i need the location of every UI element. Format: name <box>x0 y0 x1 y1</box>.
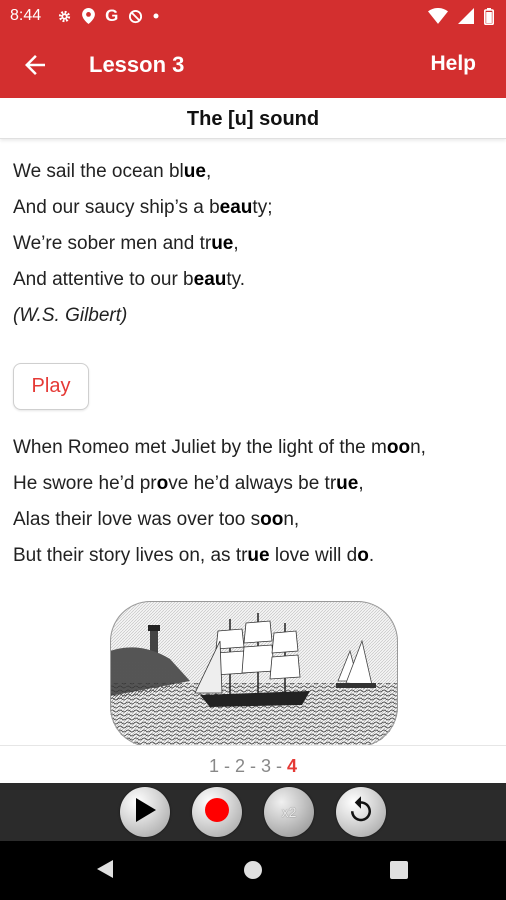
play-control-button[interactable] <box>120 787 170 837</box>
poem-author: (W.S. Gilbert) <box>13 305 128 326</box>
poem-line: When Romeo met Juliet by the light of th… <box>13 430 426 466</box>
line-text: ty. <box>226 269 246 290</box>
status-icons-left: G <box>57 6 159 26</box>
page-indicator[interactable]: 1 - 2 - 3 - 4 <box>0 745 506 784</box>
line-text: n, <box>283 509 300 530</box>
highlighted-sound: oo <box>260 509 284 530</box>
highlighted-sound: ue <box>247 545 270 566</box>
poem-line: And our saucy ship’s a beauty; <box>13 190 272 226</box>
wifi-icon <box>428 8 448 24</box>
lesson-content[interactable]: We sail the ocean blue, And our saucy shi… <box>0 139 506 745</box>
record-icon <box>204 797 230 828</box>
highlighted-sound: eau <box>219 197 253 218</box>
line-text: Alas their love was over too s <box>13 509 261 530</box>
app-bar: Lesson 3 Help <box>0 32 506 98</box>
battery-icon <box>484 7 494 25</box>
poem-line: He swore he’d prove he’d always be true, <box>13 466 426 502</box>
line-text: , <box>233 233 239 254</box>
line-text: We sail the ocean bl <box>13 161 184 182</box>
page-number[interactable]: 2 <box>235 756 245 776</box>
signal-icon <box>458 8 474 24</box>
poem-line: Alas their love was over too soon, <box>13 502 426 538</box>
highlighted-sound: o <box>357 545 369 566</box>
system-nav-bar <box>0 841 506 900</box>
location-icon <box>82 8 96 24</box>
poem-line: We sail the ocean blue, <box>13 154 272 190</box>
highlighted-sound: ue <box>211 233 234 254</box>
page-separator: - <box>271 756 288 776</box>
line-text: He swore he’d pr <box>13 473 157 494</box>
dot-icon <box>153 13 159 19</box>
status-time: 8:44 <box>10 7 42 24</box>
poem-1-author-wrap: (W.S. Gilbert) <box>13 298 127 334</box>
play-button[interactable]: Play <box>13 363 89 410</box>
record-button[interactable] <box>192 787 242 837</box>
back-arrow-icon[interactable] <box>20 50 50 80</box>
ship-engraving-image <box>110 601 398 745</box>
status-icons-right <box>428 0 494 32</box>
highlighted-sound: ue <box>183 161 206 182</box>
page-number[interactable]: 3 <box>261 756 271 776</box>
line-text: . <box>368 545 375 566</box>
page-separator: - <box>245 756 261 776</box>
line-text: ve he’d always be tr <box>168 473 337 494</box>
line-text: When Romeo met Juliet by the light of th… <box>13 437 387 458</box>
page-separator: - <box>218 756 235 776</box>
line-text: But their story lives on, as tr <box>13 545 248 566</box>
speed-x2-button[interactable]: x2 <box>264 787 314 837</box>
page-number[interactable]: 1 <box>209 756 219 776</box>
replay-icon <box>346 795 376 830</box>
poem-line: And attentive to our beauty. <box>13 262 272 298</box>
play-icon <box>133 797 157 828</box>
replay-button[interactable] <box>336 787 386 837</box>
line-text: , <box>205 161 212 182</box>
poem-2: When Romeo met Juliet by the light of th… <box>13 430 426 574</box>
highlighted-sound: eau <box>193 269 227 290</box>
highlighted-sound: o <box>156 473 169 494</box>
speed-x2-icon: x2 <box>281 804 297 820</box>
audio-controls: x2 <box>0 783 506 841</box>
line-text: And our saucy ship’s a b <box>13 197 220 218</box>
highlighted-sound: oo <box>386 437 411 458</box>
nav-back-icon[interactable] <box>96 859 114 884</box>
line-text: We’re sober men and tr <box>13 233 212 254</box>
nav-recents-icon[interactable] <box>390 861 408 879</box>
line-text: ty; <box>252 197 273 218</box>
line-text: , <box>358 473 364 494</box>
help-button[interactable]: Help <box>430 52 476 76</box>
page-title: Lesson 3 <box>89 52 185 77</box>
page-number[interactable]: 4 <box>287 756 297 776</box>
poem-line: We’re sober men and true, <box>13 226 272 262</box>
line-text: love will d <box>269 545 358 566</box>
poem-line: But their story lives on, as true love w… <box>13 538 426 574</box>
no-signal-icon <box>128 9 143 24</box>
line-text: n, <box>410 437 426 458</box>
status-bar: 8:44 G <box>0 0 506 32</box>
highlighted-sound: ue <box>336 473 359 494</box>
google-icon: G <box>105 6 119 25</box>
line-text: And attentive to our b <box>13 269 194 290</box>
gear-icon <box>57 9 72 24</box>
poem-1: We sail the ocean blue, And our saucy shi… <box>13 154 272 298</box>
lesson-subtitle: The [u] sound <box>0 98 506 139</box>
nav-home-icon[interactable] <box>244 861 262 879</box>
